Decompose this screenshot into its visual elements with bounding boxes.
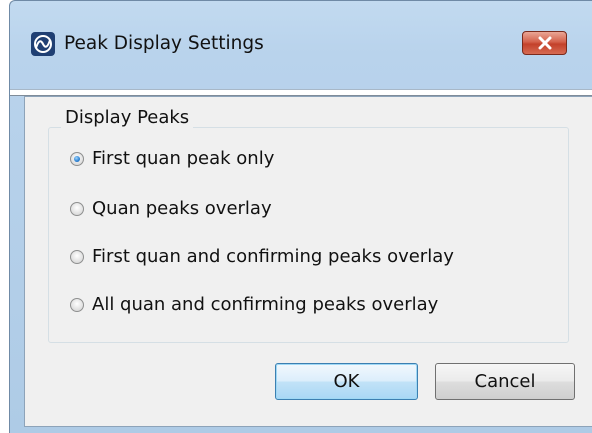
cancel-button[interactable]: Cancel [435,363,575,400]
group-label: Display Peaks [61,107,194,129]
radio-label: First quan peak only [92,148,275,169]
dialog-body: Display Peaks First quan peak only Quan … [24,96,592,427]
radio-label: Quan peaks overlay [92,198,272,219]
radio-button[interactable] [70,202,84,216]
dialog-window: Peak Display Settings Display Peaks Firs… [9,0,592,433]
app-logo-icon [31,32,55,56]
title-divider [10,89,592,96]
radio-label: All quan and confirming peaks overlay [92,294,439,315]
window-title: Peak Display Settings [64,33,264,54]
radio-button[interactable] [70,250,84,264]
option-first-quan-peak-only[interactable]: First quan peak only [70,147,274,171]
title-bar[interactable]: Peak Display Settings [10,1,592,91]
close-button[interactable] [522,31,567,55]
radio-button[interactable] [70,152,84,166]
option-quan-peaks-overlay[interactable]: Quan peaks overlay [70,197,272,221]
close-icon [538,36,551,50]
option-all-quan-confirming-overlay[interactable]: All quan and confirming peaks overlay [70,293,438,317]
radio-button[interactable] [70,298,84,312]
ok-button[interactable]: OK [275,363,418,400]
radio-label: First quan and confirming peaks overlay [92,246,454,267]
option-first-quan-confirming-overlay[interactable]: First quan and confirming peaks overlay [70,245,454,269]
